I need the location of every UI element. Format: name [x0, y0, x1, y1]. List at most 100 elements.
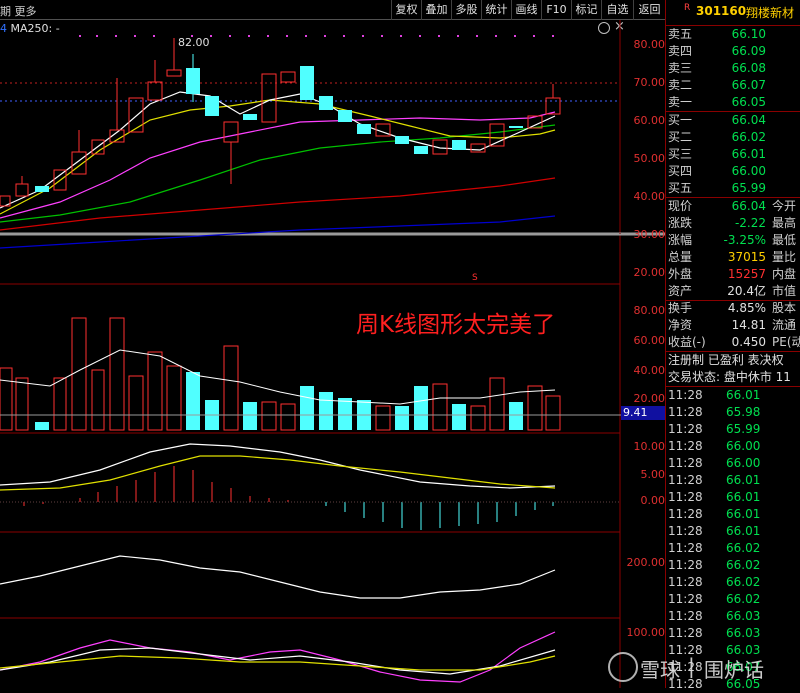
tick-price: 66.02	[726, 541, 761, 555]
volume-axis-label: 80.00	[633, 304, 666, 317]
tick-row: 11:28 66.01	[668, 506, 800, 523]
tick-time: 11:28	[668, 575, 703, 589]
tick-price: 66.01	[726, 490, 761, 504]
price-axis-label: 70.00	[633, 76, 666, 89]
tick-time: 11:28	[668, 490, 703, 504]
macd-axis-label: 10.00	[633, 440, 666, 453]
price-axis-label: 20.00	[633, 266, 666, 279]
macd-axis-label: 5.00	[640, 468, 666, 481]
toolbar-button-f10[interactable]: F10	[541, 0, 571, 20]
tick-row: 11:28 66.03	[668, 625, 800, 642]
tick-time: 11:28	[668, 609, 703, 623]
toolbar-button-duogu[interactable]: 多股	[451, 0, 481, 20]
tick-price: 66.00	[726, 456, 761, 470]
high-price-marker: 82.00	[178, 36, 210, 49]
quote-panel: R 301160 翔楼新材 卖五 66.10 卖四 66.09 卖三 66.08 卖二…	[665, 0, 800, 691]
watermark-user: 围炉话	[704, 658, 764, 682]
candlesticks	[0, 38, 561, 207]
kline-chart[interactable]	[0, 20, 665, 688]
ask-row: 卖四 66.09	[668, 44, 766, 58]
tick-time: 11:28	[668, 388, 703, 402]
tick-price: 66.02	[726, 558, 761, 572]
macd-bars	[23, 466, 289, 506]
tick-row: 11:28 66.02	[668, 540, 800, 557]
stat-row: 收益(-) 0.450 PE(动	[668, 335, 800, 349]
tick-row: 11:28 66.02	[668, 591, 800, 608]
stock-name: 翔楼新材	[746, 6, 795, 20]
bid-row: 买三 66.01	[668, 147, 766, 161]
bid-row: 买四 66.00	[668, 164, 766, 178]
tick-time: 11:28	[668, 558, 703, 572]
price-axis-label: 60.00	[633, 114, 666, 127]
s-marker: S	[472, 273, 478, 283]
toolbar-button-fanhui[interactable]: 返回	[633, 0, 665, 20]
toolbar-button-tongji[interactable]: 统计	[481, 0, 511, 20]
price-axis-label: 30.00	[633, 228, 666, 241]
volume-axis-label: 20.00	[633, 392, 666, 405]
marker-dots	[79, 35, 554, 37]
chart-toolbar: 期 更多 复权 叠加 多股 统计 画线 F10 标记 自选 返回	[0, 0, 665, 20]
tick-time: 11:28	[668, 405, 703, 419]
tick-time: 11:28	[668, 439, 703, 453]
stat-row: 涨跌 -2.22 最高	[668, 216, 797, 230]
toolbar-button-zixuan[interactable]: 自选	[601, 0, 633, 20]
tick-row: 11:28 66.03	[668, 608, 800, 625]
tick-time: 11:28	[668, 473, 703, 487]
watermark-separator: |	[688, 654, 695, 678]
tick-price: 66.01	[726, 473, 761, 487]
macd-axis-label: 0.00	[640, 494, 666, 507]
listing-note: 注册制 已盈利 表决权	[668, 353, 784, 367]
toolbar-button-fuquan[interactable]: 复权	[391, 0, 421, 20]
quote-header: R 301160 翔楼新材	[666, 0, 800, 22]
trading-status: 交易状态: 盘中休市 11	[668, 370, 791, 384]
price-axis-label: 50.00	[633, 152, 666, 165]
ask-row: 卖五 66.10	[668, 27, 766, 41]
tick-row: 11:28 66.00	[668, 455, 800, 472]
tick-time: 11:28	[668, 541, 703, 555]
tick-time: 11:28	[668, 626, 703, 640]
r-tag: R	[684, 3, 691, 13]
toolbar-button-diejia[interactable]: 叠加	[421, 0, 451, 20]
tick-row: 11:28 66.00	[668, 438, 800, 455]
tick-price: 66.03	[726, 626, 761, 640]
tick-price: 65.99	[726, 422, 761, 436]
tick-row: 11:28 65.99	[668, 421, 800, 438]
kdj-axis-label: 100.00	[626, 626, 666, 639]
tick-row: 11:28 66.02	[668, 557, 800, 574]
volume-axis-label: 40.00	[633, 364, 666, 377]
tick-time: 11:28	[668, 524, 703, 538]
stat-row: 资产 20.4亿 市值	[668, 284, 797, 298]
tick-price: 66.02	[726, 592, 761, 606]
stat-row: 现价 66.04 今开	[668, 199, 797, 213]
volume-axis-label: 60.00	[633, 334, 666, 347]
toolbar-button-biaoji[interactable]: 标记	[571, 0, 601, 20]
stat-row: 外盘 15257 内盘	[668, 267, 797, 281]
tick-price: 66.03	[726, 609, 761, 623]
ask-row: 卖一 66.05	[668, 95, 766, 109]
watermark-brand: 雪球	[640, 658, 680, 682]
stock-code: 301160	[696, 4, 747, 18]
xueqiu-logo-icon	[608, 652, 638, 682]
price-axis-label: 40.00	[633, 190, 666, 203]
tick-price: 66.00	[726, 439, 761, 453]
tick-price: 66.02	[726, 575, 761, 589]
tick-row: 11:28 66.02	[668, 574, 800, 591]
tick-row: 11:28 66.01	[668, 472, 800, 489]
stat-row: 换手 4.85% 股本	[668, 301, 797, 315]
stat-row: 净资 14.81 流通	[668, 318, 797, 332]
tick-price: 66.01	[726, 524, 761, 538]
period-more-label[interactable]: 期 更多	[0, 3, 37, 19]
tick-row: 11:28 66.01	[668, 489, 800, 506]
tick-time: 11:28	[668, 592, 703, 606]
tick-row: 11:28 66.01	[668, 387, 800, 404]
ask-row: 卖二 66.07	[668, 78, 766, 92]
toolbar-button-huaxian[interactable]: 画线	[511, 0, 541, 20]
tick-price: 66.01	[726, 507, 761, 521]
bid-row: 买五 65.99	[668, 181, 766, 195]
bid-row: 买一 66.04	[668, 113, 766, 127]
ask-row: 卖三 66.08	[668, 61, 766, 75]
tick-price: 66.01	[726, 388, 761, 402]
volume-value-tag: 9.41	[621, 406, 665, 420]
overlay-caption: 周K线图形太完美了	[356, 312, 556, 338]
tick-price: 65.98	[726, 405, 761, 419]
